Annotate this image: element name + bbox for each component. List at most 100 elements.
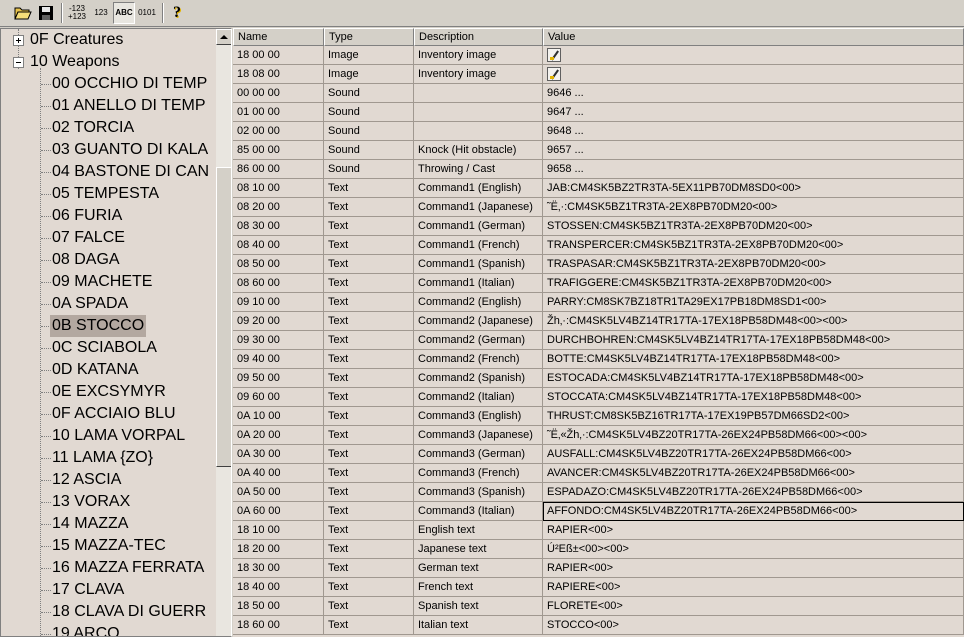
tree-node-item[interactable]: 04 BASTONE DI CAN	[1, 161, 216, 183]
column-header-value[interactable]: Value	[543, 28, 964, 46]
cell-value[interactable]: 9657 ...	[543, 141, 964, 160]
tree-node-item[interactable]: 12 ASCIA	[1, 469, 216, 491]
collapse-icon[interactable]	[13, 57, 24, 68]
binary-button[interactable]: 0101	[136, 2, 158, 24]
table-row[interactable]: 0A 40 00 Text Command3 (French) AVANCER:CM4…	[233, 464, 964, 483]
tree-node-item[interactable]: 17 CLAVA	[1, 579, 216, 601]
cell-value[interactable]: ˜Ë‚«Žh‚·:CM4SK5LV4BZ20TR17TA-26EX24PB58D…	[543, 426, 964, 445]
tree-node-item[interactable]: 02 TORCIA	[1, 117, 216, 139]
table-row[interactable]: 18 00 00 Image Inventory image	[233, 46, 964, 65]
table-row[interactable]: 00 00 00 Sound 9646 ...	[233, 84, 964, 103]
tree-node-category[interactable]: 10 Weapons	[1, 51, 216, 73]
tree-node-item[interactable]: 18 CLAVA DI GUERR	[1, 601, 216, 623]
table-row[interactable]: 18 10 00 Text English text RAPIER<00>	[233, 521, 964, 540]
tree-node-item[interactable]: 19 ARCO	[1, 623, 216, 636]
table-row[interactable]: 09 10 00 Text Command2 (English) PARRY:CM8S…	[233, 293, 964, 312]
tree-node-item[interactable]: 0E EXCSYMYR	[1, 381, 216, 403]
table-row[interactable]: 0A 50 00 Text Command3 (Spanish) ESPADAZO:C…	[233, 483, 964, 502]
save-button[interactable]	[35, 2, 57, 24]
cell-value[interactable]: ESTOCADA:CM4SK5LV4BZ14TR17TA-17EX18PB58D…	[543, 369, 964, 388]
cell-value[interactable]: RAPIERE<00>	[543, 578, 964, 597]
tree-node-item[interactable]: 03 GUANTO DI KALA	[1, 139, 216, 161]
cell-value[interactable]: AUSFALL:CM4SK5LV4BZ20TR17TA-26EX24PB58DM…	[543, 445, 964, 464]
table-row[interactable]: 18 50 00 Text Spanish text FLORETE<00>	[233, 597, 964, 616]
table-row[interactable]: 08 10 00 Text Command1 (English) JAB:CM4SK5…	[233, 179, 964, 198]
table-row[interactable]: 86 00 00 Sound Throwing / Cast 9658 ...	[233, 160, 964, 179]
table-row[interactable]: 18 08 00 Image Inventory image	[233, 65, 964, 84]
table-row[interactable]: 18 20 00 Text Japanese text Ú²Eß±<00><00>	[233, 540, 964, 559]
tree-node-item[interactable]: 16 MAZZA FERRATA	[1, 557, 216, 579]
image-thumbnail-icon[interactable]	[547, 48, 561, 62]
tree-node-item[interactable]: 08 DAGA	[1, 249, 216, 271]
table-row[interactable]: 01 00 00 Sound 9647 ...	[233, 103, 964, 122]
table-row[interactable]: 09 50 00 Text Command2 (Spanish) ESTOCADA:C…	[233, 369, 964, 388]
cell-value[interactable]: THRUST:CM8SK5BZ16TR17TA-17EX19PB57DM66SD…	[543, 407, 964, 426]
text-mode-button[interactable]: ABC	[113, 2, 135, 24]
table-row[interactable]: 09 30 00 Text Command2 (German) DURCHBOHREN…	[233, 331, 964, 350]
cell-value[interactable]: Ú²Eß±<00><00>	[543, 540, 964, 559]
table-row[interactable]: 08 40 00 Text Command1 (French) TRANSPERCER…	[233, 236, 964, 255]
tree-node-item[interactable]: 00 OCCHIO DI TEMP	[1, 73, 216, 95]
help-button[interactable]: ?	[166, 2, 188, 24]
tree-node-item[interactable]: 15 MAZZA-TEC	[1, 535, 216, 557]
tree-node-item[interactable]: 0B STOCCO	[1, 315, 216, 337]
cell-value[interactable]	[543, 65, 964, 84]
decimal-button[interactable]: 123	[89, 2, 113, 24]
table-row[interactable]: 18 40 00 Text French text RAPIERE<00>	[233, 578, 964, 597]
tree-node-item[interactable]: 10 LAMA VORPAL	[1, 425, 216, 447]
tree-node-item[interactable]: 11 LAMA {ZO}	[1, 447, 216, 469]
cell-value[interactable]: RAPIER<00>	[543, 521, 964, 540]
table-row[interactable]: 08 50 00 Text Command1 (Spanish) TRASPASAR:…	[233, 255, 964, 274]
tree-node-item[interactable]: 0C SCIABOLA	[1, 337, 216, 359]
tree-view[interactable]: 0F Creatures 10 Weapons 00 OCCHIO DI TEMP 0…	[0, 28, 232, 637]
table-row[interactable]: 0A 30 00 Text Command3 (German) AUSFALL:CM4…	[233, 445, 964, 464]
cell-value[interactable]: ESPADAZO:CM4SK5LV4BZ20TR17TA-26EX24PB58D…	[543, 483, 964, 502]
table-row[interactable]: 0A 60 00 Text Command3 (Italian) AFFONDO:CM…	[233, 502, 964, 521]
cell-value[interactable]: STOCCO<00>	[543, 616, 964, 635]
cell-value[interactable]: ˜Ë‚·:CM4SK5BZ1TR3TA-2EX8PB70DM20<00>	[543, 198, 964, 217]
table-row[interactable]: 85 00 00 Sound Knock (Hit obstacle) 9657 ..…	[233, 141, 964, 160]
image-thumbnail-icon[interactable]	[547, 67, 561, 81]
table-row[interactable]: 08 20 00 Text Command1 (Japanese) ˜Ë‚·:CM4S…	[233, 198, 964, 217]
table-row[interactable]: 08 30 00 Text Command1 (German) STOSSEN:CM4…	[233, 217, 964, 236]
cell-value[interactable]: TRASPASAR:CM4SK5BZ1TR3TA-2EX8PB70DM20<00…	[543, 255, 964, 274]
properties-grid[interactable]: Name Type Description Value 18 00 00 Imag…	[233, 28, 964, 637]
table-row[interactable]: 0A 20 00 Text Command3 (Japanese) ˜Ë‚«Žh‚·:…	[233, 426, 964, 445]
cell-value[interactable]: AFFONDO:CM4SK5LV4BZ20TR17TA-26EX24PB58DM…	[543, 502, 964, 521]
cell-value[interactable]: DURCHBOHREN:CM4SK5LV4BZ14TR17TA-17EX18PB…	[543, 331, 964, 350]
scroll-thumb[interactable]	[216, 167, 231, 467]
cell-value[interactable]: 9658 ...	[543, 160, 964, 179]
cell-value[interactable]: BOTTE:CM4SK5LV4BZ14TR17TA-17EX18PB58DM48…	[543, 350, 964, 369]
cell-value[interactable]: STOSSEN:CM4SK5BZ1TR3TA-2EX8PB70DM20<00>	[543, 217, 964, 236]
cell-value[interactable]: PARRY:CM8SK7BZ18TR1TA29EX17PB18DM8SD1<00…	[543, 293, 964, 312]
tree-node-item[interactable]: 0A SPADA	[1, 293, 216, 315]
expand-icon[interactable]	[13, 35, 24, 46]
tree-node-item[interactable]: 0D KATANA	[1, 359, 216, 381]
column-header-type[interactable]: Type	[324, 28, 414, 46]
tree-node-item[interactable]: 14 MAZZA	[1, 513, 216, 535]
table-row[interactable]: 18 30 00 Text German text RAPIER<00>	[233, 559, 964, 578]
cell-value[interactable]: TRAFIGGERE:CM4SK5BZ1TR3TA-2EX8PB70DM20<0…	[543, 274, 964, 293]
scroll-up-button[interactable]	[216, 29, 231, 45]
table-row[interactable]: 18 60 00 Text Italian text STOCCO<00>	[233, 616, 964, 635]
signed-number-button[interactable]: -123 +123	[66, 2, 88, 24]
cell-value[interactable]	[543, 46, 964, 65]
cell-value[interactable]: 9647 ...	[543, 103, 964, 122]
tree-node-item[interactable]: 05 TEMPESTA	[1, 183, 216, 205]
open-button[interactable]	[12, 2, 34, 24]
tree-node-item[interactable]: 09 MACHETE	[1, 271, 216, 293]
table-row[interactable]: 0A 10 00 Text Command3 (English) THRUST:CM8…	[233, 407, 964, 426]
table-row[interactable]: 09 20 00 Text Command2 (Japanese) Žh‚·:CM4S…	[233, 312, 964, 331]
tree-node-item[interactable]: 06 FURIA	[1, 205, 216, 227]
tree-node-category[interactable]: 0F Creatures	[1, 29, 216, 51]
column-header-name[interactable]: Name	[233, 28, 324, 46]
cell-value[interactable]: JAB:CM4SK5BZ2TR3TA-5EX11PB70DM8SD0<00>	[543, 179, 964, 198]
cell-value[interactable]: Žh‚·:CM4SK5LV4BZ14TR17TA-17EX18PB58DM48<…	[543, 312, 964, 331]
tree-node-item[interactable]: 01 ANELLO DI TEMP	[1, 95, 216, 117]
tree-scrollbar[interactable]	[216, 29, 231, 636]
table-row[interactable]: 09 60 00 Text Command2 (Italian) STOCCATA:C…	[233, 388, 964, 407]
cell-value[interactable]: AVANCER:CM4SK5LV4BZ20TR17TA-26EX24PB58DM…	[543, 464, 964, 483]
cell-value[interactable]: RAPIER<00>	[543, 559, 964, 578]
cell-value[interactable]: 9646 ...	[543, 84, 964, 103]
tree-node-item[interactable]: 0F ACCIAIO BLU	[1, 403, 216, 425]
